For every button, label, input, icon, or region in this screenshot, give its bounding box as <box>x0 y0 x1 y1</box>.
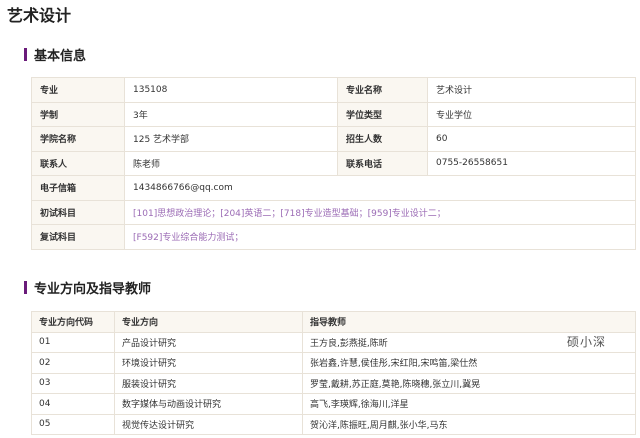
section-heading-label: 专业方向及指导教师 <box>34 282 152 297</box>
direction-teachers: 贺沁洋,陈振旺,周月麒,张小华,马东 <box>302 413 636 435</box>
second-exam-subjects-link[interactable]: [F592]专业综合能力测试； <box>124 224 636 250</box>
directions-table: 专业方向代码 专业方向 指导教师 01 产品设计研究 王方良,彭燕挺,陈昕 02… <box>31 311 636 435</box>
direction-code: 01 <box>31 331 115 353</box>
section-accent-bar <box>24 281 27 294</box>
table-row: 专业 135108 专业名称 艺术设计 <box>31 77 636 103</box>
field-label: 学院名称 <box>31 126 125 152</box>
table-row: 初试科目 [101]思想政治理论；[204]英语二；[718]专业造型基础；[9… <box>31 199 636 225</box>
direction-name: 服装设计研究 <box>114 372 303 394</box>
table-row: 04 数字媒体与动画设计研究 高飞,李瑛辉,徐海川,洋星 <box>31 393 636 415</box>
field-label: 联系人 <box>31 150 125 176</box>
watermark-text: 硕小深 <box>567 335 607 349</box>
field-value: 专业学位 <box>427 101 636 127</box>
column-header-direction: 专业方向 <box>114 311 303 333</box>
basic-info-table: 专业 135108 专业名称 艺术设计 学制 3年 学位类型 专业学位 学院名称… <box>31 77 636 250</box>
direction-code: 04 <box>31 393 115 415</box>
section-heading-label: 基本信息 <box>34 49 87 64</box>
field-value: 60 <box>427 126 636 152</box>
field-label: 招生人数 <box>337 126 428 152</box>
direction-teachers: 高飞,李瑛辉,徐海川,洋星 <box>302 393 636 415</box>
field-value: 0755-26558651 <box>427 150 636 176</box>
page-title: 艺术设计 <box>7 6 72 25</box>
table-row: 学院名称 125 艺术学部 招生人数 60 <box>31 126 636 152</box>
column-header-code: 专业方向代码 <box>31 311 115 333</box>
table-row: 05 视觉传达设计研究 贺沁洋,陈振旺,周月麒,张小华,马东 <box>31 413 636 435</box>
direction-code: 05 <box>31 413 115 435</box>
table-row: 03 服装设计研究 罗莹,戴耕,苏正庭,莫艳,陈晓穗,张立川,冀晃 <box>31 372 636 394</box>
direction-name: 视觉传达设计研究 <box>114 413 303 435</box>
table-row: 02 环境设计研究 张岩鑫,许慧,侯佳彤,宋红阳,宋鸣笛,梁仕然 <box>31 352 636 374</box>
direction-code: 02 <box>31 352 115 374</box>
table-row: 学制 3年 学位类型 专业学位 <box>31 101 636 127</box>
field-label: 学制 <box>31 101 125 127</box>
direction-code: 03 <box>31 372 115 394</box>
field-value: 陈老师 <box>124 150 338 176</box>
table-row: 01 产品设计研究 王方良,彭燕挺,陈昕 <box>31 331 636 353</box>
first-exam-label: 初试科目 <box>31 199 125 225</box>
section-heading-directions: 专业方向及指导教师 <box>24 278 151 297</box>
table-row: 复试科目 [F592]专业综合能力测试； <box>31 224 636 250</box>
field-label: 学位类型 <box>337 101 428 127</box>
section-heading-basic-info: 基本信息 <box>24 45 86 64</box>
table-row: 电子信箱 1434866766@qq.com <box>31 175 636 201</box>
field-label: 联系电话 <box>337 150 428 176</box>
first-exam-subjects-link[interactable]: [101]思想政治理论；[204]英语二；[718]专业造型基础；[959]专业… <box>124 199 636 225</box>
table-header-row: 专业方向代码 专业方向 指导教师 <box>31 311 636 333</box>
field-value: 3年 <box>124 101 338 127</box>
column-header-teachers: 指导教师 <box>302 311 636 333</box>
field-value: 135108 <box>124 77 338 103</box>
section-accent-bar <box>24 48 27 61</box>
direction-name: 数字媒体与动画设计研究 <box>114 393 303 415</box>
field-label: 专业 <box>31 77 125 103</box>
direction-name: 环境设计研究 <box>114 352 303 374</box>
field-value: 艺术设计 <box>427 77 636 103</box>
email-value: 1434866766@qq.com <box>124 175 636 201</box>
direction-teachers: 罗莹,戴耕,苏正庭,莫艳,陈晓穗,张立川,冀晃 <box>302 372 636 394</box>
direction-teachers: 张岩鑫,许慧,侯佳彤,宋红阳,宋鸣笛,梁仕然 <box>302 352 636 374</box>
table-row: 联系人 陈老师 联系电话 0755-26558651 <box>31 150 636 176</box>
email-label: 电子信箱 <box>31 175 125 201</box>
direction-name: 产品设计研究 <box>114 331 303 353</box>
field-value: 125 艺术学部 <box>124 126 338 152</box>
field-label: 专业名称 <box>337 77 428 103</box>
second-exam-label: 复试科目 <box>31 224 125 250</box>
